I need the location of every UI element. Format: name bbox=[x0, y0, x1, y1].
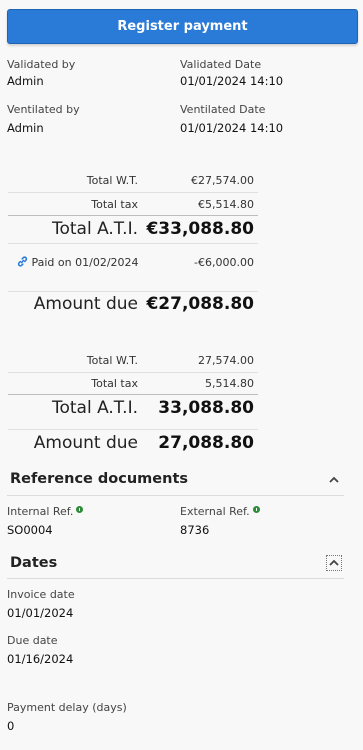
paid-on-link[interactable]: Paid on 01/02/2024 bbox=[17, 256, 139, 270]
external-ref-value: 8736 bbox=[180, 523, 210, 537]
dates-toggle[interactable] bbox=[326, 555, 342, 571]
validated-date-label: Validated Date bbox=[180, 58, 262, 71]
due-date-label: Due date bbox=[7, 634, 58, 647]
reference-documents-title: Reference documents bbox=[10, 471, 189, 487]
total-ati-label: Total A.T.I. bbox=[51, 219, 138, 239]
section-divider bbox=[7, 495, 344, 496]
total-wt-label: Total W.T. bbox=[86, 174, 138, 187]
amount-due-plain-value: 27,088.80 bbox=[158, 433, 254, 453]
invoice-date-value: 01/01/2024 bbox=[7, 606, 74, 620]
internal-ref-label-text: Internal Ref. bbox=[7, 505, 74, 518]
divider bbox=[8, 394, 258, 395]
info-icon[interactable] bbox=[252, 506, 260, 513]
amount-due-plain-label: Amount due bbox=[33, 433, 138, 453]
total-ati-value: €33,088.80 bbox=[146, 219, 254, 239]
validated-date-value: 01/01/2024 14:10 bbox=[180, 74, 284, 88]
total-wt-value: €27,574.00 bbox=[191, 174, 254, 187]
payment-delay-value: 0 bbox=[7, 719, 15, 733]
divider bbox=[8, 215, 258, 216]
total-wt-plain-value: 27,574.00 bbox=[198, 354, 254, 367]
divider bbox=[8, 372, 258, 373]
total-tax-plain-value: 5,514.80 bbox=[205, 377, 254, 390]
paid-on-label: Paid on 01/02/2024 bbox=[31, 256, 139, 269]
ventilated-by-value: Admin bbox=[7, 121, 44, 135]
due-date-value: 01/16/2024 bbox=[7, 652, 74, 666]
total-ati-plain-label: Total A.T.I. bbox=[51, 398, 138, 418]
paid-value: -€6,000.00 bbox=[194, 256, 254, 269]
external-ref-label-text: External Ref. bbox=[180, 505, 250, 518]
divider bbox=[8, 429, 258, 430]
validated-by-label: Validated by bbox=[7, 58, 76, 71]
link-icon bbox=[17, 256, 28, 270]
chevron-up-icon bbox=[328, 554, 340, 573]
total-tax-plain-label: Total tax bbox=[91, 377, 138, 390]
register-payment-button[interactable]: Register payment bbox=[7, 9, 358, 44]
ventilated-by-label: Ventilated by bbox=[7, 103, 80, 116]
total-tax-value: €5,514.80 bbox=[198, 198, 254, 211]
divider bbox=[8, 243, 258, 244]
reference-documents-toggle[interactable] bbox=[326, 472, 342, 488]
invoice-date-label: Invoice date bbox=[7, 588, 75, 601]
ventilated-date-value: 01/01/2024 14:10 bbox=[180, 121, 284, 135]
divider bbox=[8, 192, 258, 193]
external-ref-label: External Ref. bbox=[180, 505, 260, 518]
chevron-up-icon bbox=[328, 471, 340, 490]
internal-ref-label: Internal Ref. bbox=[7, 505, 84, 518]
validated-by-value: Admin bbox=[7, 74, 44, 88]
payment-delay-label: Payment delay (days) bbox=[7, 701, 127, 714]
total-wt-plain-label: Total W.T. bbox=[86, 354, 138, 367]
section-divider bbox=[7, 578, 344, 579]
amount-due-value: €27,088.80 bbox=[146, 294, 254, 314]
total-ati-plain-value: 33,088.80 bbox=[158, 398, 254, 418]
total-tax-label: Total tax bbox=[91, 198, 138, 211]
dates-title: Dates bbox=[10, 555, 58, 571]
info-icon[interactable] bbox=[76, 506, 84, 513]
amount-due-label: Amount due bbox=[33, 294, 138, 314]
internal-ref-value: SO0004 bbox=[7, 523, 53, 537]
ventilated-date-label: Ventilated Date bbox=[180, 103, 266, 116]
divider bbox=[8, 291, 258, 292]
